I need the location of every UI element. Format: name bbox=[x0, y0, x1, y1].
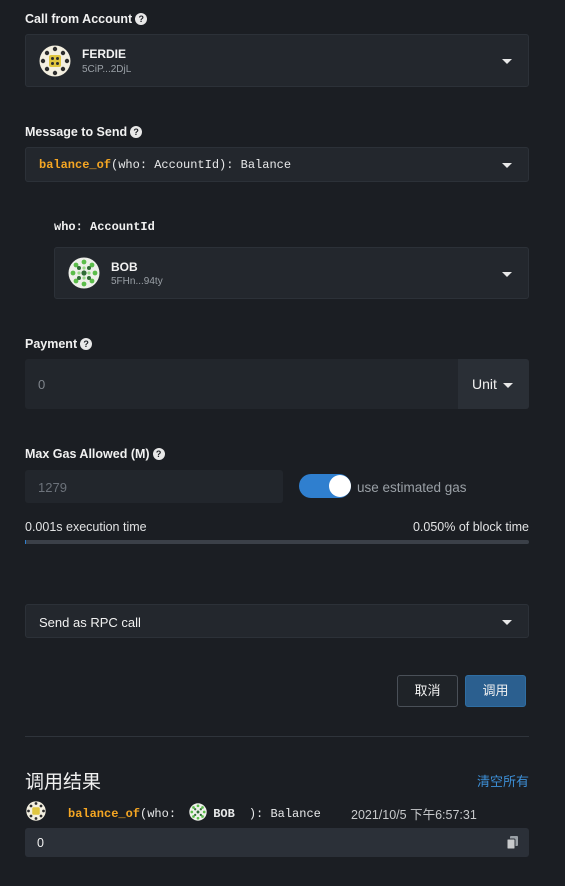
result-call: balance_of(who: BOB): Balance bbox=[68, 803, 321, 821]
gas-progress-fill bbox=[25, 540, 26, 544]
call-from-account-select[interactable]: FERDIE 5CiP...2DjL bbox=[25, 34, 529, 87]
clear-all-link[interactable]: 清空所有 bbox=[477, 771, 529, 790]
toggle-knob bbox=[329, 475, 351, 497]
chevron-down-icon bbox=[502, 272, 512, 277]
chevron-down-icon bbox=[503, 383, 513, 388]
param-label: who: AccountId bbox=[54, 220, 155, 234]
message-select[interactable]: balance_of(who: AccountId): Balance bbox=[25, 147, 529, 182]
divider bbox=[25, 736, 529, 737]
execution-time: 0.001s execution time bbox=[25, 520, 147, 534]
account-identicon bbox=[26, 801, 46, 821]
estimated-gas-toggle[interactable] bbox=[299, 474, 351, 498]
help-icon[interactable]: ? bbox=[135, 13, 148, 25]
call-from-label: Call from Account? bbox=[25, 12, 148, 26]
help-icon[interactable]: ? bbox=[152, 448, 165, 460]
toggle-label: use estimated gas bbox=[357, 480, 467, 495]
unit-select[interactable]: Unit bbox=[458, 359, 529, 409]
result-value: 0 bbox=[37, 836, 44, 850]
send-mode-select[interactable]: Send as RPC call bbox=[25, 604, 529, 638]
account-identicon bbox=[68, 257, 100, 289]
gas-progress-bar bbox=[25, 540, 529, 544]
chevron-down-icon bbox=[502, 620, 512, 625]
result-output: 0 bbox=[25, 828, 529, 857]
account-address: 5FHn...94ty bbox=[111, 276, 163, 287]
help-icon[interactable]: ? bbox=[80, 338, 93, 350]
payment-field: 0 Unit bbox=[25, 359, 529, 409]
account-identicon bbox=[189, 803, 207, 821]
message-label: Message to Send? bbox=[25, 125, 143, 139]
block-time: 0.050% of block time bbox=[412, 520, 529, 534]
gas-input-value: 1279 bbox=[38, 480, 67, 495]
account-identicon bbox=[39, 45, 71, 77]
gas-label: Max Gas Allowed (M)? bbox=[25, 447, 165, 461]
gas-input[interactable]: 1279 bbox=[25, 470, 283, 503]
account-address: 5CiP...2DjL bbox=[82, 64, 132, 75]
help-icon[interactable]: ? bbox=[130, 126, 143, 138]
chevron-down-icon bbox=[502, 163, 512, 168]
param-account-select[interactable]: BOB 5FHn...94ty bbox=[54, 247, 529, 299]
message-signature: balance_of(who: AccountId): Balance bbox=[39, 158, 292, 172]
call-button[interactable]: 调用 bbox=[465, 675, 526, 707]
payment-label: Payment? bbox=[25, 337, 93, 351]
results-title: 调用结果 bbox=[25, 772, 102, 793]
account-name: BOB bbox=[111, 260, 138, 274]
payment-input[interactable]: 0 bbox=[38, 377, 45, 392]
copy-icon[interactable] bbox=[507, 836, 518, 849]
unit-label: Unit bbox=[472, 376, 497, 392]
result-timestamp: 2021/10/5 下午6:57:31 bbox=[351, 808, 477, 822]
cancel-button[interactable]: 取消 bbox=[397, 675, 458, 707]
send-mode-value: Send as RPC call bbox=[39, 615, 141, 630]
chevron-down-icon bbox=[502, 59, 512, 64]
account-name: FERDIE bbox=[82, 47, 127, 61]
